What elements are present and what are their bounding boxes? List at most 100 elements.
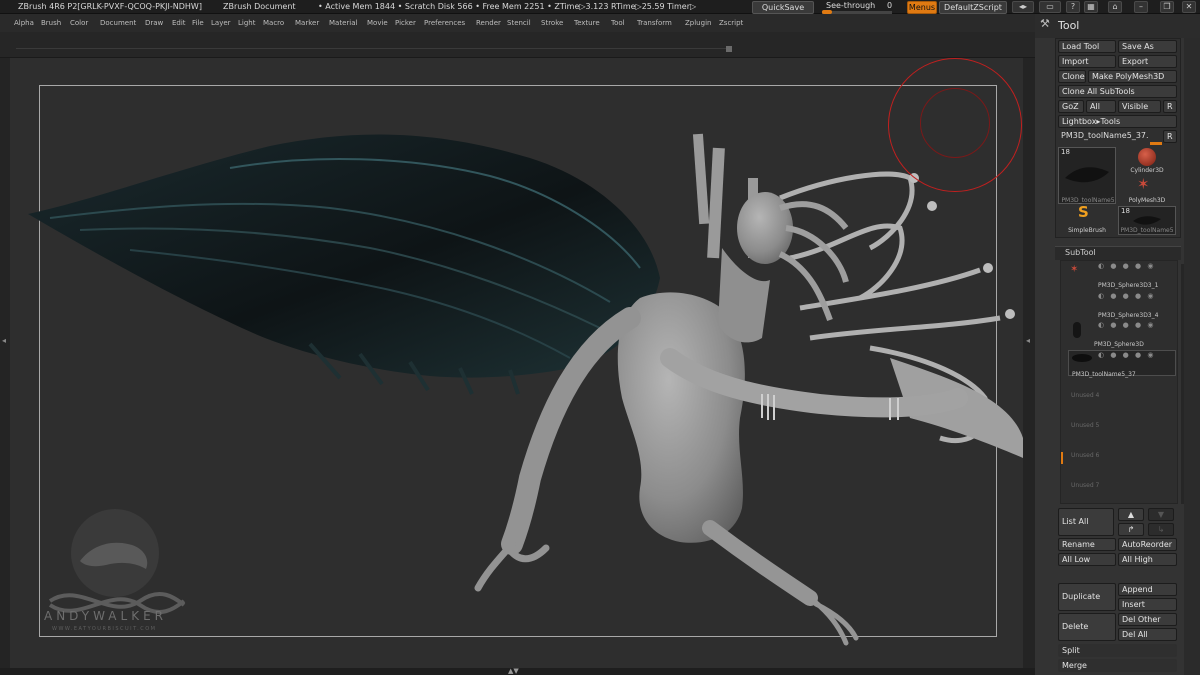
menu-picker[interactable]: Picker <box>395 14 416 32</box>
tool-panel-title: Tool <box>1058 19 1080 32</box>
watermark-name: ANDYWALKER <box>44 609 167 623</box>
merge-subpalette[interactable]: Merge <box>1058 659 1177 672</box>
cylinder3d-icon[interactable] <box>1138 148 1156 166</box>
menu-material[interactable]: Material <box>329 14 357 32</box>
menu-brush[interactable]: Brush <box>41 14 61 32</box>
default-zscript-button[interactable]: DefaultZScript <box>939 1 1007 14</box>
subtool-scroll-thumb[interactable] <box>1061 452 1063 464</box>
subtool-toggle-icons[interactable]: ◐ ● ● ● ◉ <box>1098 292 1155 300</box>
tool-thumb-secondary-count: 18 <box>1121 207 1130 215</box>
move-down-icon: ▼ <box>1148 508 1174 521</box>
move-to-icon[interactable]: ↱ <box>1118 523 1144 536</box>
subtool-toggle-icons[interactable]: ◐ ● ● ● ◉ <box>1098 351 1155 359</box>
bottom-tray-arrow-icon[interactable]: ▲▼ <box>508 667 519 675</box>
del-other-button[interactable]: Del Other <box>1118 613 1177 626</box>
document-title: ZBrush Document <box>223 2 296 11</box>
move-up-icon[interactable]: ▲ <box>1118 508 1144 521</box>
menu-layer[interactable]: Layer <box>211 14 231 32</box>
subtool-name: PM3D_toolName5_37 <box>1072 371 1136 378</box>
current-tool-name[interactable]: PM3D_toolName5_37. <box>1058 130 1162 143</box>
goz-button[interactable]: GoZ <box>1058 100 1084 113</box>
goz-visible-button[interactable]: Visible <box>1118 100 1161 113</box>
menu-marker[interactable]: Marker <box>295 14 319 32</box>
brush-cursor-inner <box>920 88 990 158</box>
menu-edit[interactable]: Edit <box>172 14 186 32</box>
menu-stroke[interactable]: Stroke <box>541 14 563 32</box>
import-button[interactable]: Import <box>1058 55 1116 68</box>
layout-icon[interactable]: ▭ <box>1039 1 1061 13</box>
arrows-icon[interactable]: ◂▸ <box>1012 1 1034 13</box>
minimize-icon[interactable]: – <box>1134 1 1148 13</box>
list-all-button[interactable]: List All <box>1058 508 1114 536</box>
subtool-name: PM3D_Sphere3D <box>1094 341 1144 348</box>
menu-render[interactable]: Render <box>476 14 501 32</box>
export-button[interactable]: Export <box>1118 55 1177 68</box>
menu-alpha[interactable]: Alpha <box>14 14 34 32</box>
split-subpalette[interactable]: Split <box>1058 644 1177 657</box>
help-icon[interactable]: ? <box>1066 1 1080 13</box>
tool-r-button[interactable]: R <box>1163 130 1177 143</box>
rename-button[interactable]: Rename <box>1058 538 1116 551</box>
panel-icon[interactable]: ▦ <box>1084 1 1098 13</box>
append-button[interactable]: Append <box>1118 583 1177 596</box>
make-polymesh-button[interactable]: Make PolyMesh3D <box>1088 70 1177 83</box>
menu-zplugin[interactable]: Zplugin <box>685 14 711 32</box>
tool-slider-thumb[interactable] <box>1150 142 1162 145</box>
menus-button[interactable]: Menus <box>907 1 937 14</box>
menu-zscript[interactable]: Zscript <box>719 14 743 32</box>
cylinder3d-label: Cylinder3D <box>1130 167 1164 174</box>
seethrough-label: See-through <box>826 1 876 10</box>
menu-preferences[interactable]: Preferences <box>424 14 465 32</box>
move-back-icon: ↳ <box>1148 523 1174 536</box>
clone-button[interactable]: Clone <box>1058 70 1086 83</box>
auto-reorder-button[interactable]: AutoReorder <box>1118 538 1177 551</box>
right-tray[interactable] <box>1023 58 1035 668</box>
subtool-unused: Unused 4 <box>1071 392 1100 399</box>
seethrough-value: 0 <box>887 1 893 10</box>
left-tray-arrow-icon[interactable]: ◂ <box>2 336 8 346</box>
lock-icon[interactable]: ⌂ <box>1108 1 1122 13</box>
menu-color[interactable]: Color <box>70 14 88 32</box>
menu-transform[interactable]: Transform <box>637 14 672 32</box>
panel-scroll-strip[interactable] <box>1184 38 1200 675</box>
menu-stencil[interactable]: Stencil <box>507 14 531 32</box>
menu-bar: Alpha Brush Color Document Draw Edit Fil… <box>0 14 1035 32</box>
tool-thumb-count: 18 <box>1061 148 1070 156</box>
simplebrush-icon[interactable]: S <box>1078 205 1089 220</box>
left-tray[interactable] <box>0 58 10 668</box>
goz-all-button[interactable]: All <box>1086 100 1116 113</box>
menu-file[interactable]: File <box>192 14 204 32</box>
menu-movie[interactable]: Movie <box>367 14 388 32</box>
close-icon[interactable]: ✕ <box>1182 1 1196 13</box>
load-tool-button[interactable]: Load Tool <box>1058 40 1116 53</box>
lightbox-tools-button[interactable]: Lightbox▸Tools <box>1058 115 1177 128</box>
menu-tool[interactable]: Tool <box>611 14 625 32</box>
menu-draw[interactable]: Draw <box>145 14 163 32</box>
restore-icon[interactable]: ❐ <box>1160 1 1174 13</box>
all-low-button[interactable]: All Low <box>1058 553 1116 566</box>
subtool-toggle-icons[interactable]: ◐ ● ● ● ◉ <box>1098 321 1155 329</box>
subtool-thumb-icon <box>1072 354 1092 362</box>
subtool-toggle-icons[interactable]: ◐ ● ● ● ◉ <box>1098 262 1155 270</box>
duplicate-button[interactable]: Duplicate <box>1058 583 1116 611</box>
goz-r-button[interactable]: R <box>1163 100 1177 113</box>
save-as-button[interactable]: Save As <box>1118 40 1177 53</box>
menu-texture[interactable]: Texture <box>574 14 600 32</box>
insert-button[interactable]: Insert <box>1118 598 1177 611</box>
quicksave-button[interactable]: QuickSave <box>752 1 814 14</box>
subtool-name: PM3D_Sphere3D3_4 <box>1098 312 1159 319</box>
all-high-button[interactable]: All High <box>1118 553 1177 566</box>
watermark-url: WWW.EATYOURBISCUIT.COM <box>52 626 157 632</box>
menu-document[interactable]: Document <box>100 14 136 32</box>
shelf-handle[interactable] <box>726 46 732 52</box>
del-all-button[interactable]: Del All <box>1118 628 1177 641</box>
menu-macro[interactable]: Macro <box>263 14 284 32</box>
canvas-viewport[interactable] <box>10 58 1023 668</box>
right-tray-arrow-icon[interactable]: ◂ <box>1026 336 1030 345</box>
menu-light[interactable]: Light <box>238 14 255 32</box>
subtool-scrollbar[interactable] <box>1181 264 1184 504</box>
clone-all-subtools-button[interactable]: Clone All SubTools <box>1058 85 1177 98</box>
simplebrush-label: SimpleBrush <box>1068 227 1106 234</box>
polymesh3d-icon[interactable]: ✶ <box>1137 177 1150 192</box>
delete-button[interactable]: Delete <box>1058 613 1116 641</box>
